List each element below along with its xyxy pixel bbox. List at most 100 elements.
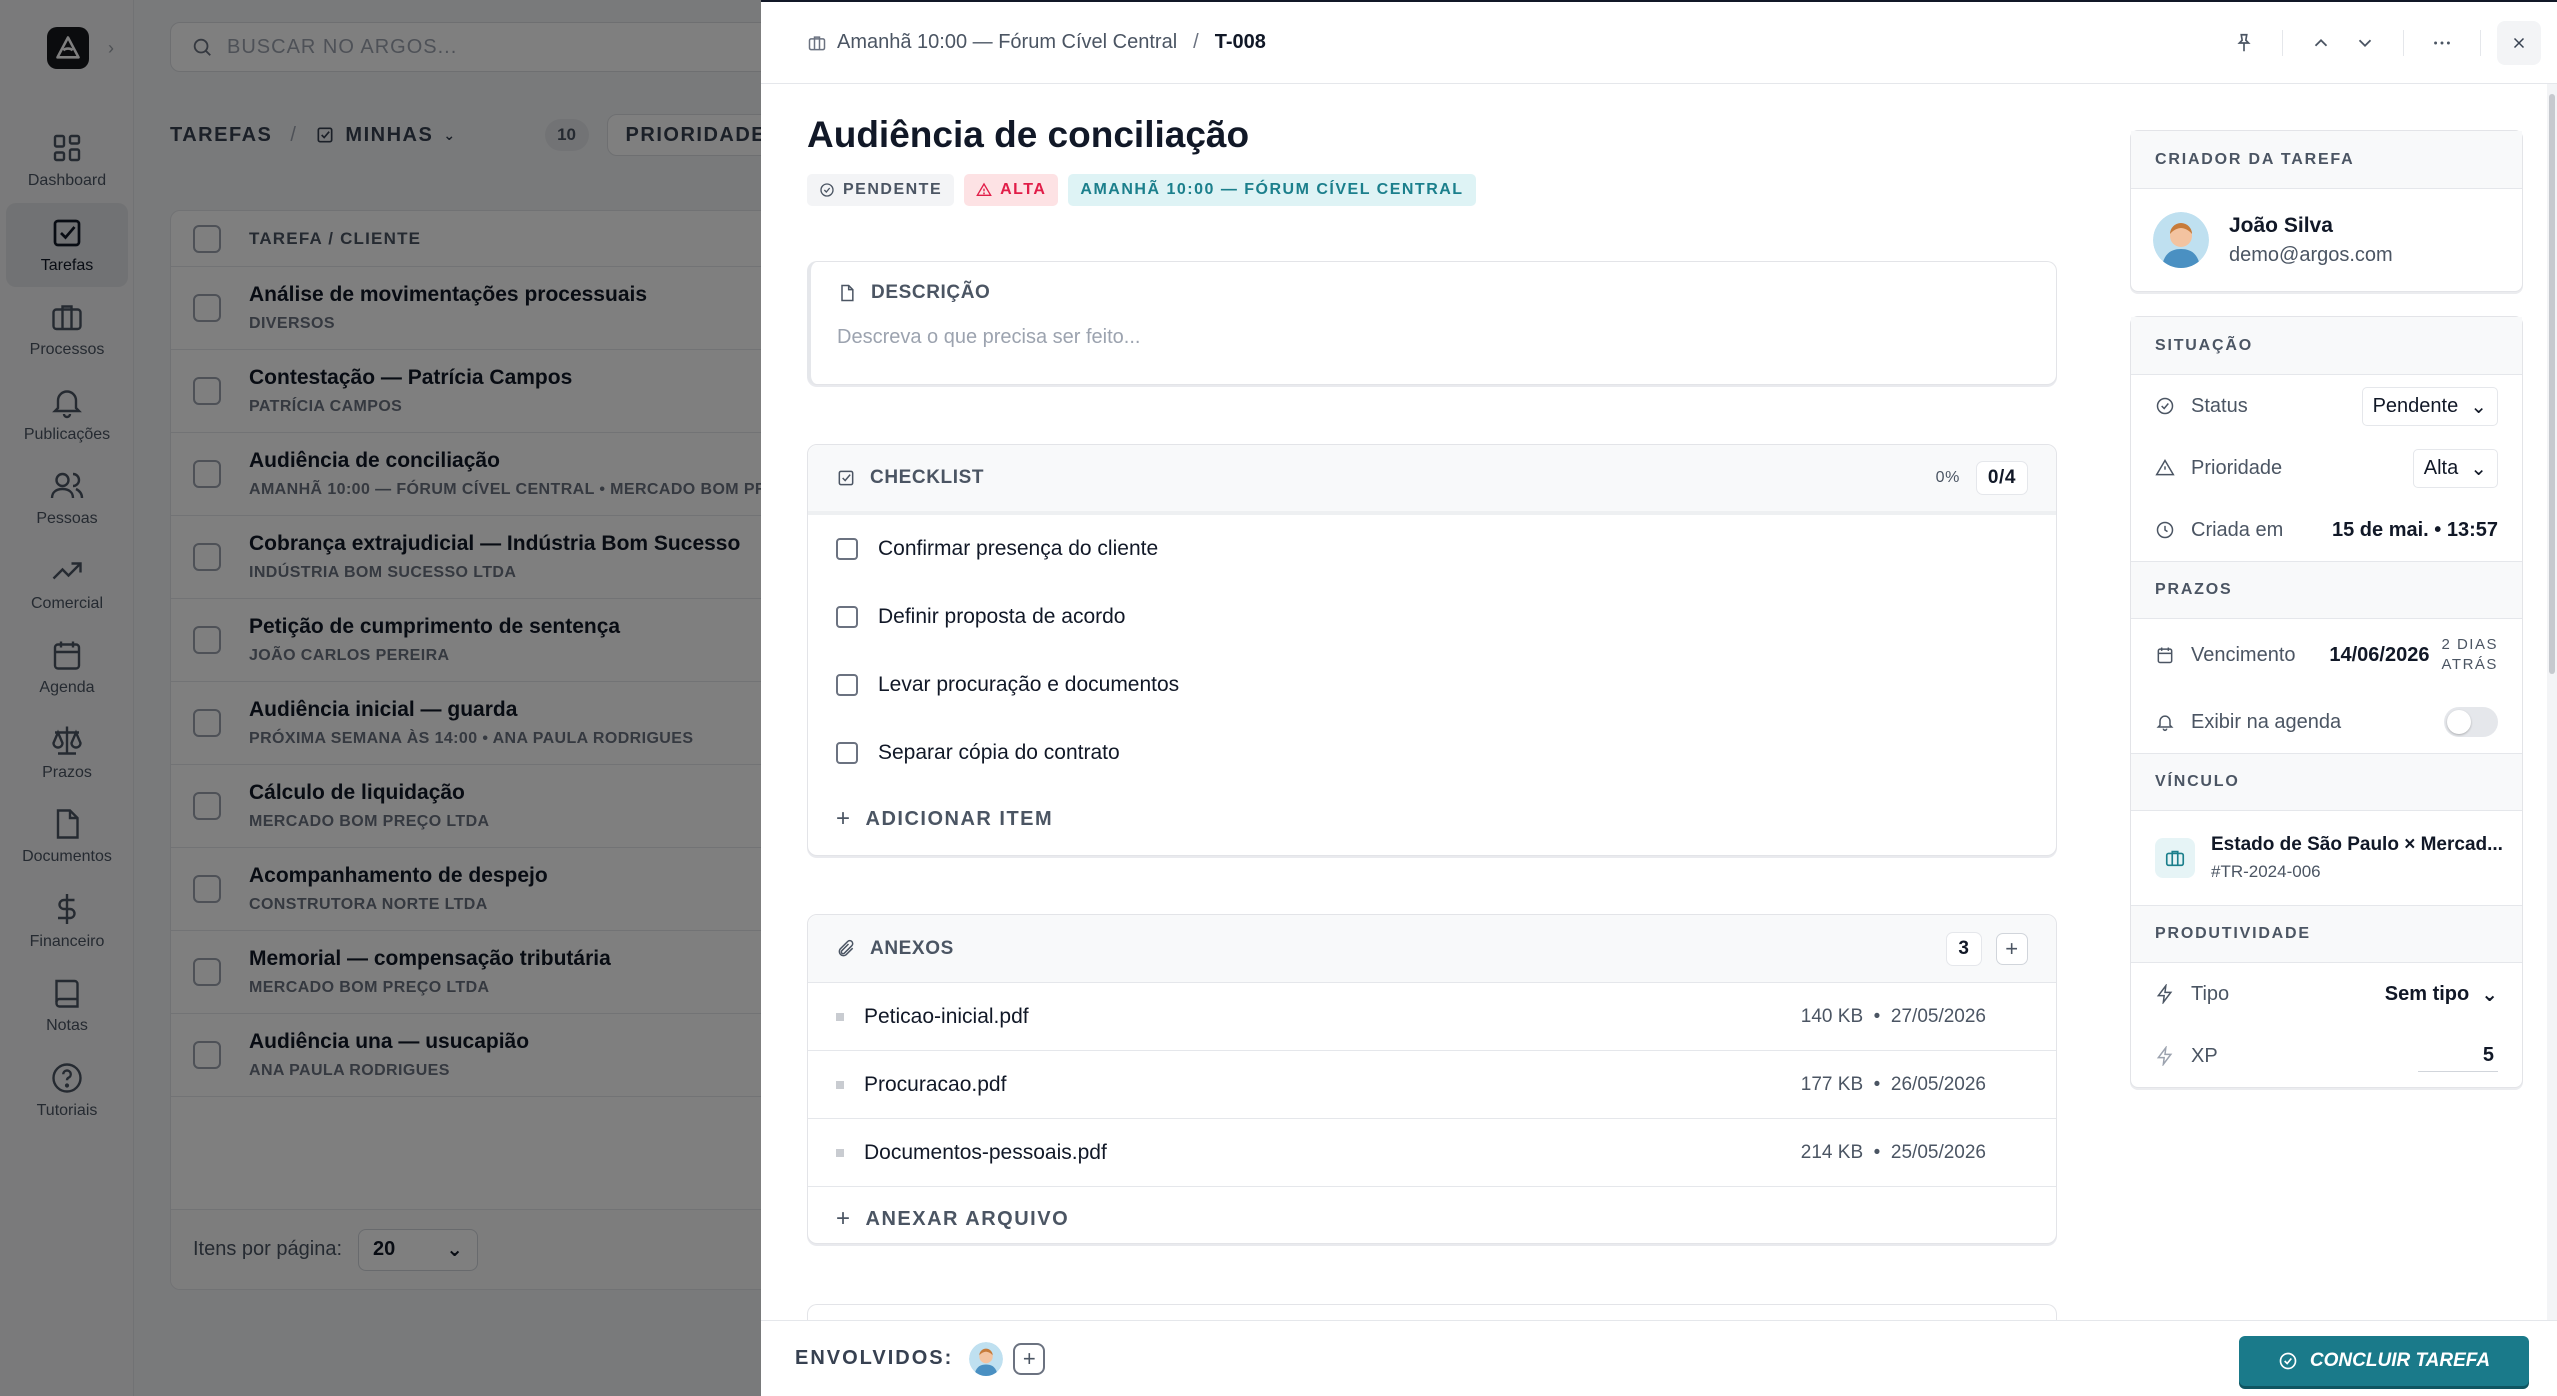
attachment-row[interactable]: Documentos-pessoais.pdf 214 KB • 25/05/20…: [808, 1119, 2056, 1187]
attach-file-button[interactable]: + ANEXAR ARQUIVO: [808, 1187, 2056, 1251]
close-button[interactable]: [2497, 21, 2541, 65]
type-select[interactable]: Sem tipo ⌄: [2385, 982, 2498, 1007]
attachment-meta: 177 KB • 26/05/2026: [1800, 1073, 1986, 1095]
attachments-actions: 3 +: [1946, 931, 2028, 966]
breadcrumb: Amanhã 10:00 — Fórum Cível Central / T-0…: [807, 31, 1266, 54]
attachment-name[interactable]: Documentos-pessoais.pdf: [864, 1141, 1107, 1165]
task-tags: PENDENTE ALTA AMANHÃ 10:00 — FÓRUM CÍVEL…: [807, 174, 2057, 206]
attachment-meta: 214 KB • 25/05/2026: [1800, 1141, 1986, 1163]
description-input[interactable]: Descreva o que precisa ser feito...: [837, 326, 2030, 349]
productivity-heading: PRODUTIVIDADE: [2131, 905, 2522, 963]
checklist-card: CHECKLIST 0% 0/4 Confirmar presença do c…: [807, 444, 2057, 856]
creator-email: demo@argos.com: [2229, 243, 2393, 266]
avatar[interactable]: [969, 1341, 1004, 1376]
due-date-input[interactable]: 14/06/2026: [2329, 644, 2429, 667]
checklist-checkbox[interactable]: [836, 538, 858, 560]
drawer-scrollbar[interactable]: [2547, 84, 2557, 1324]
checklist-heading: CHECKLIST: [870, 467, 985, 488]
file-icon: [841, 284, 854, 302]
linked-process[interactable]: Estado de São Paulo × Mercad... #TR-2024…: [2131, 811, 2522, 905]
alert-triangle-icon: [976, 182, 992, 196]
deadlines-heading: PRAZOS: [2131, 561, 2522, 619]
divider: [2403, 30, 2404, 56]
checklist-progress: 0% 0/4: [1936, 461, 2028, 495]
task-main-content: Audiência de conciliação PENDENTE ALTA A…: [807, 114, 2057, 1344]
creator-info: João Silva demo@argos.com: [2131, 189, 2522, 291]
created-field: Criada em 15 de mai. • 13:57: [2131, 499, 2522, 561]
checklist-item-label: Definir proposta de acordo: [878, 605, 1126, 628]
drawer-actions: [2222, 2, 2557, 84]
xp-field: XP 5: [2131, 1025, 2522, 1087]
conclude-task-label: CONCLUIR TAREFA: [2309, 1350, 2491, 1371]
attachments-heading: ANEXOS: [870, 937, 954, 959]
attachment-size: 140 KB: [1800, 1005, 1864, 1027]
due-date-field: Vencimento 14/06/2026 2 DIAS ATRÁS: [2131, 619, 2522, 691]
calendar-icon: [2157, 647, 2173, 664]
add-involved-button[interactable]: +: [1013, 1342, 1046, 1375]
bell-icon: [2156, 715, 2174, 732]
previous-task-button[interactable]: [2299, 21, 2343, 65]
due-date-label: Vencimento: [2191, 643, 2296, 666]
checklist-item-label: Levar procuração e documentos: [878, 673, 1180, 696]
link-heading: VÍNCULO: [2131, 753, 2522, 811]
check-circle-icon: [2279, 1352, 2297, 1370]
due-relative-line1: 2 DIAS: [2441, 635, 2498, 653]
add-attachment-button[interactable]: +: [1996, 932, 2028, 965]
checklist-item[interactable]: Definir proposta de acordo: [808, 583, 2056, 651]
attachment-row[interactable]: Peticao-inicial.pdf 140 KB • 27/05/2026: [808, 983, 2056, 1051]
checklist-checkbox[interactable]: [836, 674, 858, 696]
task-detail-drawer: Amanhã 10:00 — Fórum Cível Central / T-0…: [761, 0, 2557, 1396]
priority-label: Prioridade: [2191, 456, 2283, 479]
show-in-agenda-toggle[interactable]: [2444, 707, 2498, 737]
priority-field: Prioridade Alta ⌄: [2131, 437, 2522, 499]
pin-button[interactable]: [2222, 21, 2266, 65]
location-badge: AMANHÃ 10:00 — FÓRUM CÍVEL CENTRAL: [1068, 174, 1476, 206]
plus-icon: +: [836, 805, 852, 832]
priority-badge-label: ALTA: [1000, 181, 1047, 198]
breadcrumb-parent[interactable]: Amanhã 10:00 — Fórum Cível Central: [837, 31, 1177, 54]
type-label: Tipo: [2191, 982, 2230, 1005]
add-checklist-item-button[interactable]: + ADICIONAR ITEM: [808, 787, 2056, 851]
checklist-checkbox[interactable]: [836, 606, 858, 628]
breadcrumb-separator: /: [1193, 31, 1199, 53]
more-horizontal-icon: [2434, 41, 2450, 45]
checklist-item[interactable]: Confirmar presença do cliente: [808, 515, 2056, 583]
checklist-item[interactable]: Levar procuração e documentos: [808, 651, 2056, 719]
attachment-date: 26/05/2026: [1890, 1073, 1986, 1095]
modal-backdrop[interactable]: [0, 0, 761, 1396]
briefcase-icon: [2165, 850, 2185, 867]
attachment-name[interactable]: Peticao-inicial.pdf: [864, 1005, 1029, 1029]
plus-icon: +: [1022, 1345, 1036, 1371]
check-circle-icon: [820, 183, 834, 197]
plus-icon: +: [836, 1205, 852, 1232]
chevron-up-icon: [2314, 38, 2328, 47]
checklist-item[interactable]: Separar cópia do contrato: [808, 719, 2056, 787]
attachments-count: 3: [1946, 931, 1982, 966]
alert-triangle-icon: [2155, 459, 2175, 476]
more-options-button[interactable]: [2420, 21, 2464, 65]
task-title[interactable]: Audiência de conciliação: [807, 114, 2057, 156]
conclude-task-button[interactable]: CONCLUIR TAREFA: [2239, 1336, 2529, 1386]
details-card: SITUAÇÃO Status Pendente ⌄ Prioridade Alt…: [2130, 316, 2523, 1088]
task-properties-panel: CRIADOR DA TAREFA João Silva demo@argos.…: [2130, 130, 2523, 1088]
show-in-agenda-label: Exibir na agenda: [2191, 710, 2342, 733]
show-in-agenda-field: Exibir na agenda: [2131, 691, 2522, 753]
attachment-name[interactable]: Procuracao.pdf: [864, 1073, 1006, 1097]
xp-input[interactable]: 5: [2418, 1040, 2498, 1072]
priority-select[interactable]: Alta ⌄: [2412, 448, 2498, 488]
checklist-checkbox[interactable]: [836, 742, 858, 764]
zap-icon: [2156, 1046, 2173, 1066]
creator-card: CRIADOR DA TAREFA João Silva demo@argos.…: [2130, 130, 2523, 292]
situation-heading: SITUAÇÃO: [2131, 317, 2522, 375]
chevron-down-icon: ⌄: [2470, 395, 2487, 418]
clock-icon: [2156, 521, 2174, 539]
status-select[interactable]: Pendente ⌄: [2361, 386, 2498, 426]
attachment-row[interactable]: Procuracao.pdf 177 KB • 26/05/2026: [808, 1051, 2056, 1119]
status-badge-label: PENDENTE: [843, 181, 943, 198]
checklist-item-label: Separar cópia do contrato: [878, 741, 1120, 764]
zap-icon: [2156, 984, 2173, 1004]
next-task-button[interactable]: [2343, 21, 2387, 65]
description-card[interactable]: DESCRIÇÃO Descreva o que precisa ser fei…: [807, 261, 2057, 385]
add-checklist-item-label: ADICIONAR ITEM: [865, 807, 1054, 830]
attachments-header: ANEXOS 3 +: [808, 915, 2056, 983]
